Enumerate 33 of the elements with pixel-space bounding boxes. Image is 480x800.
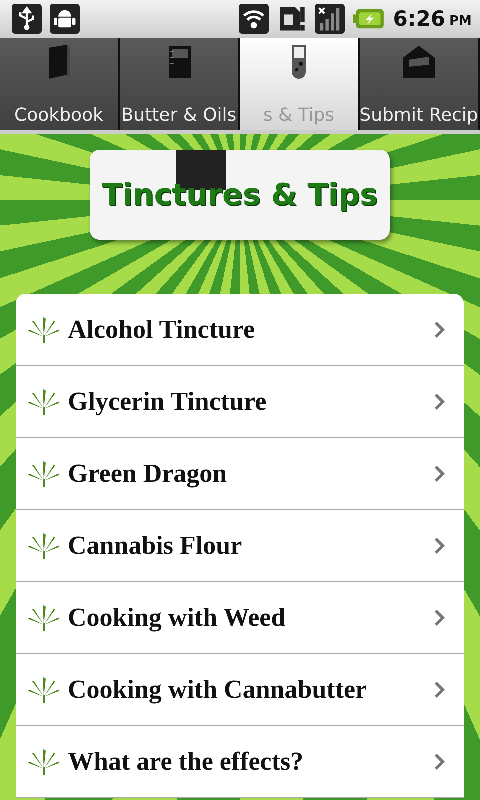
list-item[interactable]: Cooking with Cannabutter [16,654,464,726]
android-icon [50,4,80,34]
chevron-right-icon [434,752,446,770]
chevron-right-icon [434,320,446,338]
signal-icon [315,4,346,34]
sim-alert-icon [277,4,308,34]
chevron-right-icon [434,680,446,698]
chevron-right-icon [434,464,446,482]
chevron-right-icon [434,536,446,554]
leaf-icon [26,530,62,560]
tab[interactable]: Submit Recip [360,38,480,130]
list-item[interactable]: What are the effects? [16,726,464,798]
tab[interactable]: Butter & Oils [120,38,240,130]
usb-icon [12,4,42,34]
list-item[interactable]: Cannabis Flour [16,510,464,582]
battery-charging-icon [353,8,386,30]
chevron-right-icon [434,392,446,410]
leaf-icon [26,458,62,488]
leaf-icon [26,386,62,416]
leaf-icon [26,602,62,632]
banner-title: Tinctures & Tips [102,178,378,212]
list-item[interactable]: Glycerin Tincture [16,366,464,438]
status-am-pm: PM [450,14,472,29]
leaf-icon [26,314,62,344]
list-item[interactable]: Green Dragon [16,438,464,510]
wifi-icon [239,4,270,34]
status-time: 6:26 [393,7,446,31]
tab[interactable]: Cookbook [0,38,120,130]
chevron-right-icon [434,608,446,626]
list-item[interactable]: Cooking with Weed [16,582,464,654]
leaf-icon [26,746,62,776]
list-item[interactable]: Alcohol Tincture [16,294,464,366]
leaf-icon [26,674,62,704]
